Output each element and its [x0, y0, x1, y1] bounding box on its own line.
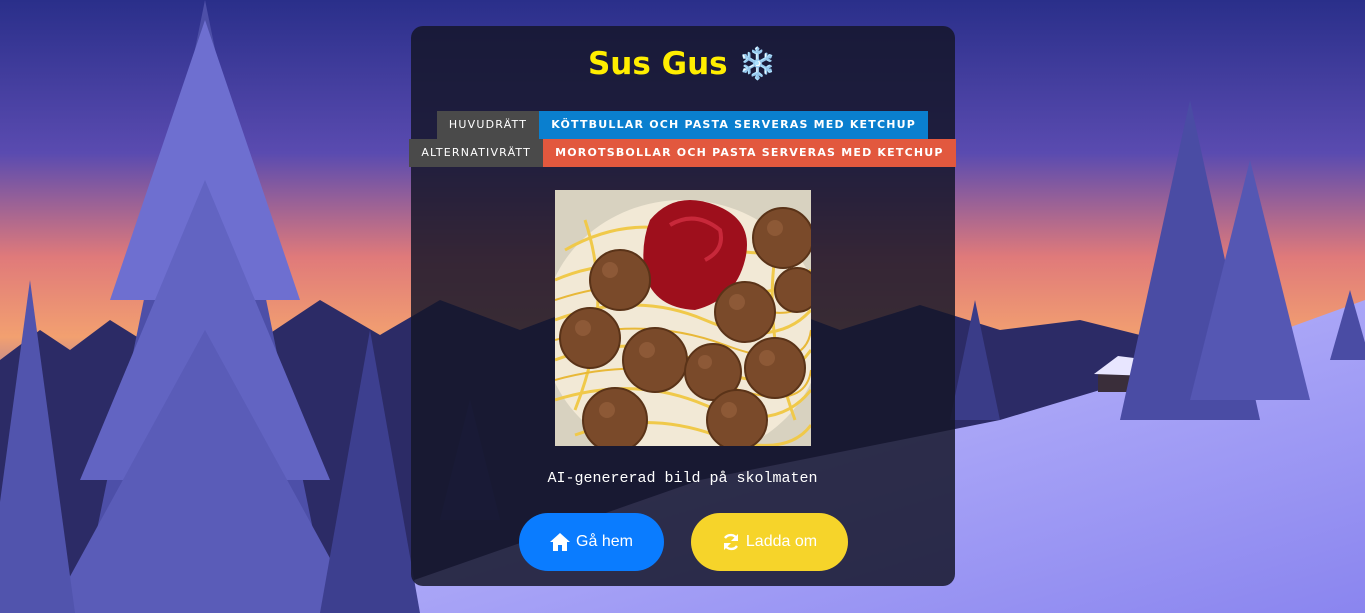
title-text: Sus Gus	[587, 46, 728, 82]
main-dish-row: HUVUDRÄTT KÖTTBULLAR OCH PASTA SERVERAS …	[0, 111, 1365, 139]
reload-button[interactable]: Ladda om	[691, 513, 848, 571]
main-dish-name: KÖTTBULLAR OCH PASTA SERVERAS MED KETCHU…	[539, 111, 929, 139]
alternative-dish-row: ALTERNATIVRÄTT MOROTSBOLLAR OCH PASTA SE…	[0, 139, 1365, 167]
main-dish-label: HUVUDRÄTT	[436, 111, 540, 139]
food-image	[555, 190, 811, 446]
go-home-label: Gå hem	[576, 533, 633, 550]
snowflake-icon: ❄️	[738, 46, 777, 82]
page-title: Sus Gus ❄️	[0, 44, 1365, 84]
reload-label: Ladda om	[745, 533, 818, 550]
alternative-dish-name: MOROTSBOLLAR OCH PASTA SERVERAS MED KETC…	[543, 139, 956, 167]
go-home-button[interactable]: Gå hem	[519, 513, 664, 571]
image-caption: AI-genererad bild på skolmaten	[547, 470, 818, 487]
alternative-dish-label: ALTERNATIVRÄTT	[409, 139, 544, 167]
home-icon	[550, 533, 571, 551]
refresh-icon	[722, 533, 740, 551]
